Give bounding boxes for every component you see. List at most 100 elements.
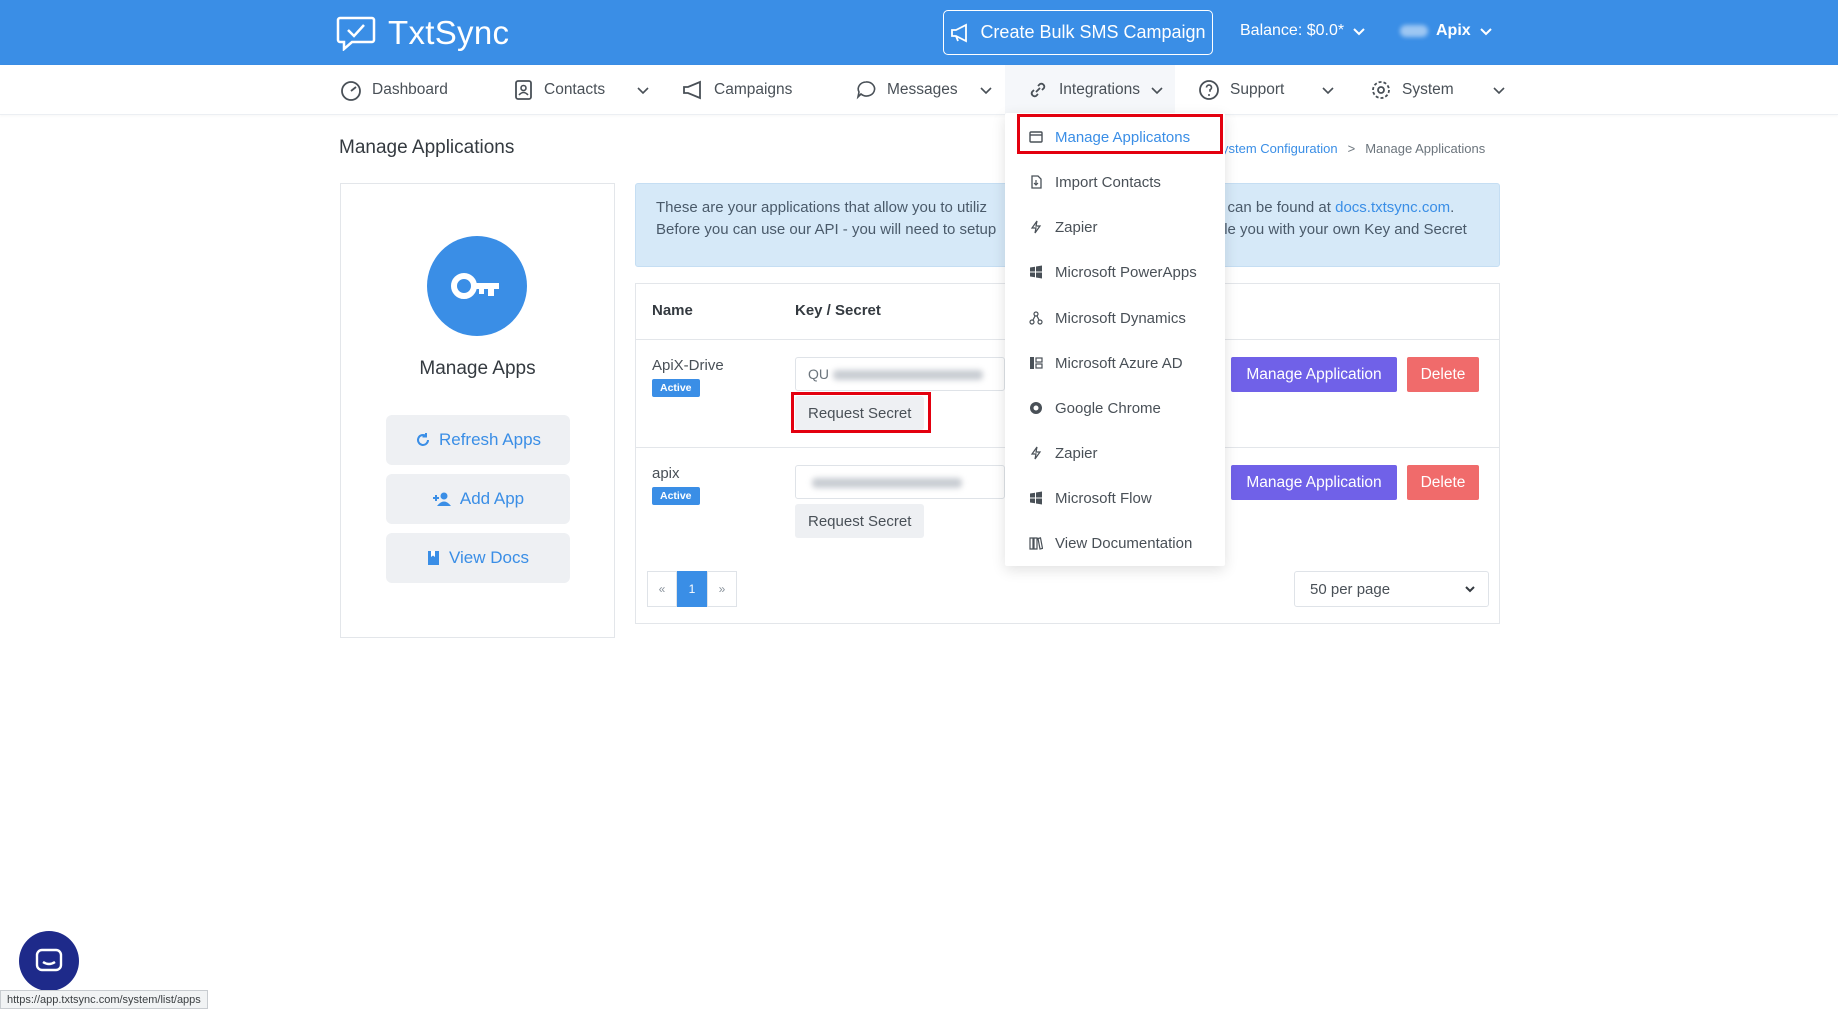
nav-integrations-label: Integrations	[1059, 81, 1140, 98]
manage-apps-card: Manage Apps Refresh Apps Add App View Do…	[340, 183, 615, 638]
dashboard-gauge-icon	[341, 81, 361, 101]
manage-application-button[interactable]: Manage Application	[1231, 357, 1397, 392]
menu-item-label: View Documentation	[1055, 534, 1193, 552]
nav-support[interactable]: Support	[1198, 65, 1284, 115]
menu-item-label: Microsoft Flow	[1055, 489, 1152, 507]
file-import-icon	[1031, 175, 1042, 189]
chevron-down-icon[interactable]	[978, 82, 994, 98]
brand[interactable]: TxtSync	[336, 14, 509, 52]
nav-campaigns-label: Campaigns	[714, 81, 793, 98]
pager-next[interactable]: »	[707, 571, 737, 607]
delete-button[interactable]: Delete	[1407, 357, 1479, 392]
delete-label: Delete	[1420, 473, 1466, 491]
breadcrumb: ystem Configuration > Manage Application…	[1222, 141, 1485, 156]
nav-messages[interactable]: Messages	[855, 65, 958, 115]
user-name: Apix	[1436, 22, 1471, 39]
book-icon	[428, 551, 439, 565]
app-key-field[interactable]: QU	[795, 357, 1005, 391]
info-text: n can be found at	[1215, 199, 1331, 216]
pager-page-1[interactable]: 1	[677, 571, 707, 607]
key-icon	[451, 273, 499, 299]
breadcrumb-system-configuration[interactable]: ystem Configuration	[1222, 141, 1338, 156]
delete-button[interactable]: Delete	[1407, 465, 1479, 500]
menu-item-google-chrome[interactable]: Google Chrome	[1005, 391, 1225, 425]
menu-item-microsoft-azure-ad[interactable]: Microsoft Azure AD	[1005, 346, 1225, 380]
contact-book-icon	[515, 80, 532, 100]
column-header-key-secret: Key / Secret	[795, 302, 881, 319]
add-user-icon	[432, 492, 451, 506]
refresh-apps-label: Refresh Apps	[438, 430, 542, 449]
menu-item-microsoft-flow[interactable]: Microsoft Flow	[1005, 481, 1225, 515]
per-page-select[interactable]: 50 per page	[1294, 571, 1489, 607]
per-page-value: 50 per page	[1310, 580, 1391, 598]
info-text: le you with your own Key and Secret	[1224, 221, 1467, 238]
manage-application-label: Manage Application	[1246, 473, 1382, 491]
balance-dropdown[interactable]: Balance: $0.0*	[1240, 22, 1366, 40]
nav-campaigns[interactable]: Campaigns	[682, 65, 792, 115]
user-dropdown[interactable]: Apix	[1400, 22, 1493, 40]
chat-icon	[35, 948, 63, 972]
add-app-label: Add App	[459, 489, 525, 508]
megaphone-icon	[951, 23, 968, 42]
request-secret-button[interactable]: Request Secret	[795, 504, 925, 538]
menu-item-view-documentation[interactable]: View Documentation	[1005, 526, 1225, 560]
nav-dashboard[interactable]: Dashboard	[340, 65, 448, 115]
chat-launcher-button[interactable]	[19, 931, 79, 991]
manage-application-button[interactable]: Manage Application	[1231, 465, 1397, 500]
nav-contacts[interactable]: Contacts	[512, 65, 605, 115]
nodes-icon	[1029, 311, 1043, 325]
add-app-button[interactable]: Add App	[386, 474, 570, 524]
chevron-down-icon[interactable]	[1149, 82, 1165, 98]
bolt-icon	[1030, 446, 1042, 460]
status-badge: Active	[652, 487, 700, 505]
window-icon	[1029, 131, 1043, 143]
nav-contacts-label: Contacts	[544, 81, 606, 98]
books-icon	[1029, 537, 1043, 550]
gear-icon	[1372, 81, 1390, 99]
menu-item-zapier[interactable]: Zapier	[1005, 436, 1225, 470]
app-name: ApiX-Drive	[652, 357, 724, 374]
chevron-down-icon[interactable]	[1491, 82, 1507, 98]
menu-item-import-contacts[interactable]: Import Contacts	[1005, 165, 1225, 199]
link-icon	[1030, 82, 1046, 98]
pagination: « 1 »	[647, 571, 737, 607]
chevron-down-icon	[1479, 28, 1492, 36]
request-secret-button[interactable]: Request Secret	[795, 396, 925, 430]
create-bulk-sms-button[interactable]: Create Bulk SMS Campaign	[943, 10, 1213, 55]
manage-application-label: Manage Application	[1246, 365, 1382, 383]
menu-item-microsoft-dynamics[interactable]: Microsoft Dynamics	[1005, 301, 1225, 335]
menu-item-label: Manage Applicatons	[1055, 128, 1191, 146]
bolt-icon	[1030, 220, 1042, 234]
sms-bubble-icon	[856, 81, 876, 100]
menu-item-label: Google Chrome	[1055, 399, 1161, 417]
chevron-down-icon	[1465, 586, 1475, 593]
key-prefix: QU	[808, 366, 829, 382]
info-text: Before you can use our API - you will ne…	[656, 221, 997, 238]
page-title: Manage Applications	[339, 137, 515, 158]
docs-link[interactable]: docs.txtsync.com	[1335, 199, 1450, 216]
request-secret-label: Request Secret	[808, 512, 912, 530]
nav-system-label: System	[1402, 81, 1454, 98]
chevron-down-icon[interactable]	[1320, 82, 1336, 98]
info-text: .	[1450, 199, 1455, 216]
blurred-key	[833, 370, 983, 381]
menu-item-zapier[interactable]: Zapier	[1005, 210, 1225, 244]
refresh-apps-button[interactable]: Refresh Apps	[386, 415, 570, 465]
nav-messages-label: Messages	[887, 81, 958, 98]
menu-item-label: Zapier	[1055, 444, 1098, 462]
chat-check-logo-icon	[336, 16, 376, 51]
refresh-icon	[416, 433, 429, 446]
menu-item-microsoft-powerapps[interactable]: Microsoft PowerApps	[1005, 255, 1225, 289]
menu-item-label: Microsoft Dynamics	[1055, 309, 1186, 327]
chevron-down-icon	[1353, 28, 1365, 36]
app-key-field[interactable]	[795, 465, 1005, 499]
nav-system[interactable]: System	[1370, 65, 1454, 115]
pager-prev[interactable]: «	[647, 571, 677, 607]
key-avatar	[427, 236, 527, 336]
menu-item-manage-applications[interactable]: Manage Applicatons	[1005, 120, 1225, 154]
chevron-down-icon[interactable]	[635, 82, 651, 98]
breadcrumb-current: Manage Applications	[1365, 141, 1486, 156]
view-docs-button[interactable]: View Docs	[386, 533, 570, 583]
main-nav: Dashboard Contacts Campaigns Messages In…	[0, 65, 1838, 115]
app-name: apix	[652, 465, 680, 482]
